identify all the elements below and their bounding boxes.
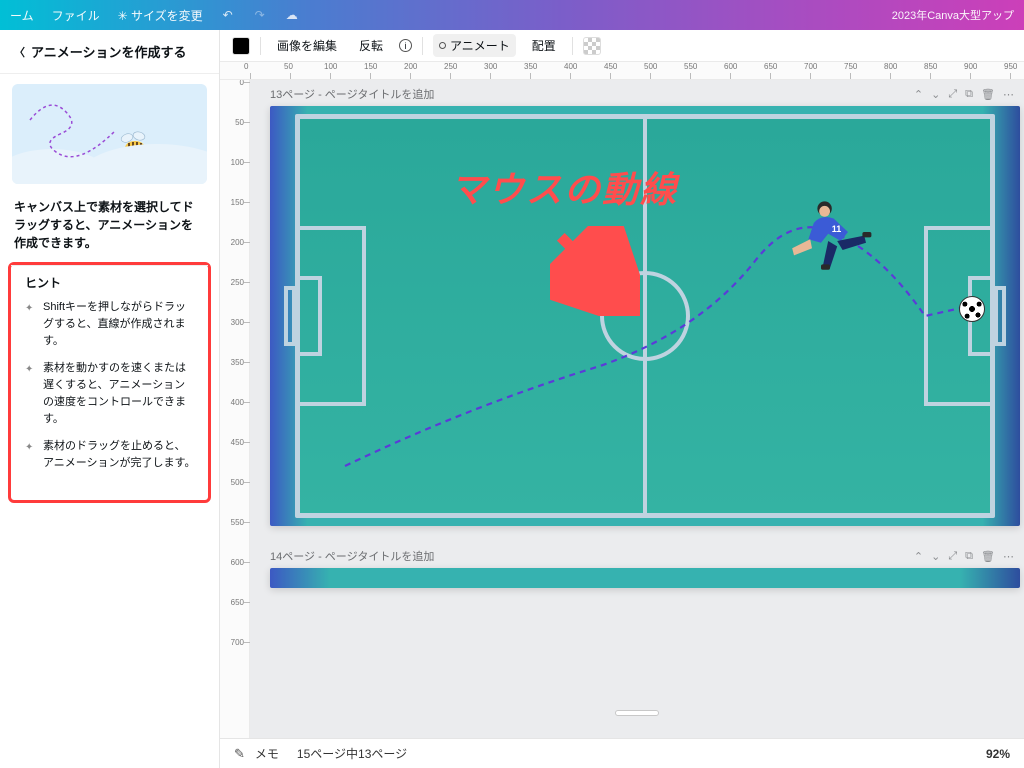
color-swatch[interactable] — [232, 37, 250, 55]
lock-icon[interactable]: ⤢ — [948, 550, 957, 563]
collapse-up-icon[interactable]: ⌃ — [914, 88, 923, 101]
more-icon[interactable]: ⋯ — [1003, 550, 1014, 563]
expand-down-icon[interactable]: ⌄ — [931, 550, 940, 563]
sparkle-icon: ✦ — [25, 440, 37, 472]
sidebar-back[interactable]: 〈 アニメーションを作成する — [0, 30, 219, 74]
top-menu-bar: ーム ファイル ✳ サイズを変更 ↶ ↷ ☁ 2023年Canva大型アップ — [0, 0, 1024, 30]
timeline-drag-handle[interactable] — [615, 710, 659, 716]
collapse-up-icon[interactable]: ⌃ — [914, 550, 923, 563]
context-toolbar: 画像を編集 反転 i アニメート 配置 — [220, 30, 1024, 62]
banner-text: 2023年Canva大型アップ — [892, 7, 1014, 23]
sidebar-caption: キャンバス上で素材を選択してドラッグすると、アニメーションを作成できます。 — [0, 192, 219, 262]
notes-button[interactable]: メモ — [255, 745, 279, 762]
animation-sidebar: 〈 アニメーションを作成する キャンバス上で素材を選択してドラッグすると、アニメ… — [0, 30, 220, 768]
animate-icon — [439, 42, 446, 49]
pages-scroll[interactable]: 13ページ - ページタイトルを追加 ⌃ ⌄ ⤢ ⧉ 🗑 ⋯ — [250, 80, 1024, 738]
trash-icon[interactable]: 🗑 — [981, 88, 995, 101]
home-menu[interactable]: ーム — [10, 7, 34, 24]
soccer-ball-graphic[interactable] — [959, 296, 985, 322]
hint-item: ✦ 素材のドラッグを止めると、アニメーションが完了します。 — [25, 438, 196, 472]
notes-icon[interactable]: ✎ — [234, 746, 245, 762]
duplicate-icon[interactable]: ⧉ — [965, 550, 973, 563]
flip-button[interactable]: 反転 — [353, 34, 389, 57]
hint-item: ✦ 素材を動かすのを速くまたは遅くすると、アニメーションの速度をコントロールでき… — [25, 360, 196, 428]
page-canvas-14[interactable] — [270, 568, 1020, 588]
illustration — [12, 84, 207, 184]
arrow-annotation — [550, 226, 640, 316]
annotation-text: マウスの動線 — [450, 161, 678, 213]
sparkle-icon: ✦ — [25, 362, 37, 428]
transparency-button[interactable] — [583, 37, 601, 55]
svg-text:11: 11 — [832, 224, 842, 234]
sidebar-title: アニメーションを作成する — [31, 42, 186, 61]
undo-icon[interactable]: ↶ — [221, 8, 235, 22]
zoom-level[interactable]: 92% — [986, 747, 1010, 761]
hints-highlight-box: ヒント ✦ Shiftキーを押しながらドラッグすると、直線が作成されます。 ✦ … — [8, 262, 211, 503]
page-indicator[interactable]: 15ページ中13ページ — [297, 745, 407, 762]
hints-title: ヒント — [25, 274, 196, 291]
horizontal-ruler — [220, 62, 1024, 80]
chevron-left-icon: 〈 — [14, 44, 25, 60]
soccer-player-graphic[interactable]: 11 — [785, 196, 875, 286]
sparkle-icon: ✦ — [25, 301, 37, 350]
file-menu[interactable]: ファイル — [52, 7, 100, 24]
cloud-synced-icon[interactable]: ☁ — [285, 8, 299, 22]
redo-icon[interactable]: ↷ — [253, 8, 267, 22]
animate-button[interactable]: アニメート — [433, 34, 516, 57]
vertical-ruler — [220, 80, 250, 738]
bottom-bar: ✎ メモ 15ページ中13ページ 92% — [220, 738, 1024, 768]
more-icon[interactable]: ⋯ — [1003, 88, 1014, 101]
trash-icon[interactable]: 🗑 — [981, 550, 995, 563]
page-header: 13ページ - ページタイトルを追加 ⌃ ⌄ ⤢ ⧉ 🗑 ⋯ — [250, 80, 1024, 106]
info-icon[interactable]: i — [399, 39, 412, 52]
page-title-input[interactable]: 13ページ - ページタイトルを追加 — [270, 86, 434, 102]
position-button[interactable]: 配置 — [526, 34, 562, 57]
hint-item: ✦ Shiftキーを押しながらドラッグすると、直線が作成されます。 — [25, 299, 196, 350]
expand-down-icon[interactable]: ⌄ — [931, 88, 940, 101]
resize-menu[interactable]: ✳ サイズを変更 — [118, 7, 203, 24]
duplicate-icon[interactable]: ⧉ — [965, 88, 973, 101]
illustration-path — [20, 92, 180, 172]
lock-icon[interactable]: ⤢ — [948, 88, 957, 101]
page-canvas-13[interactable]: マウスの動線 11 — [270, 106, 1020, 526]
edit-image-button[interactable]: 画像を編集 — [271, 34, 343, 57]
cursor-icon — [155, 158, 175, 178]
page-header: 14ページ - ページタイトルを追加 ⌃ ⌄ ⤢ ⧉ 🗑 ⋯ — [250, 542, 1024, 568]
page-title-input[interactable]: 14ページ - ページタイトルを追加 — [270, 548, 434, 564]
